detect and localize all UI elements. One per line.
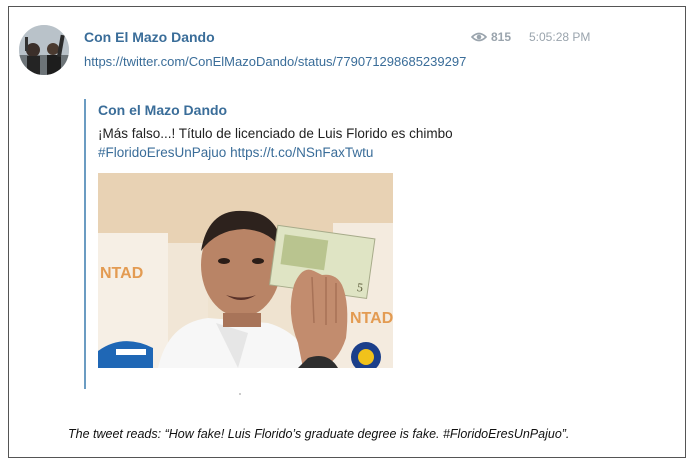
message-card: Con El Mazo Dando 815 5:05:28 PM https:/… [8,6,686,458]
divider-dot [239,393,241,395]
channel-avatar[interactable] [19,25,69,75]
banner-text-right: NTAD [350,310,393,327]
eye-icon [471,32,487,42]
view-count: 815 [471,30,511,44]
link-preview[interactable]: Con el Mazo Dando ¡Más falso...! Título … [84,99,504,389]
figure-caption: The tweet reads: “How fake! Luis Florido… [68,427,570,441]
preview-image[interactable]: NTAD NTAD 5 [98,173,393,368]
channel-name[interactable]: Con El Mazo Dando [84,29,215,45]
preview-hashtag[interactable]: #FloridoEresUnPajuo [98,145,226,160]
view-count-value: 815 [491,30,512,44]
preview-author: Con el Mazo Dando [98,102,228,118]
message-time: 5:05:28 PM [529,30,591,44]
preview-body: ¡Más falso...! Título de licenciado de L… [98,126,453,141]
preview-text: ¡Más falso...! Título de licenciado de L… [98,124,504,162]
preview-short-link[interactable]: https://t.co/NSnFaxTwtu [230,145,373,160]
tweet-link[interactable]: https://twitter.com/ConElMazoDando/statu… [84,52,524,72]
banner-text-left: NTAD [100,265,143,282]
